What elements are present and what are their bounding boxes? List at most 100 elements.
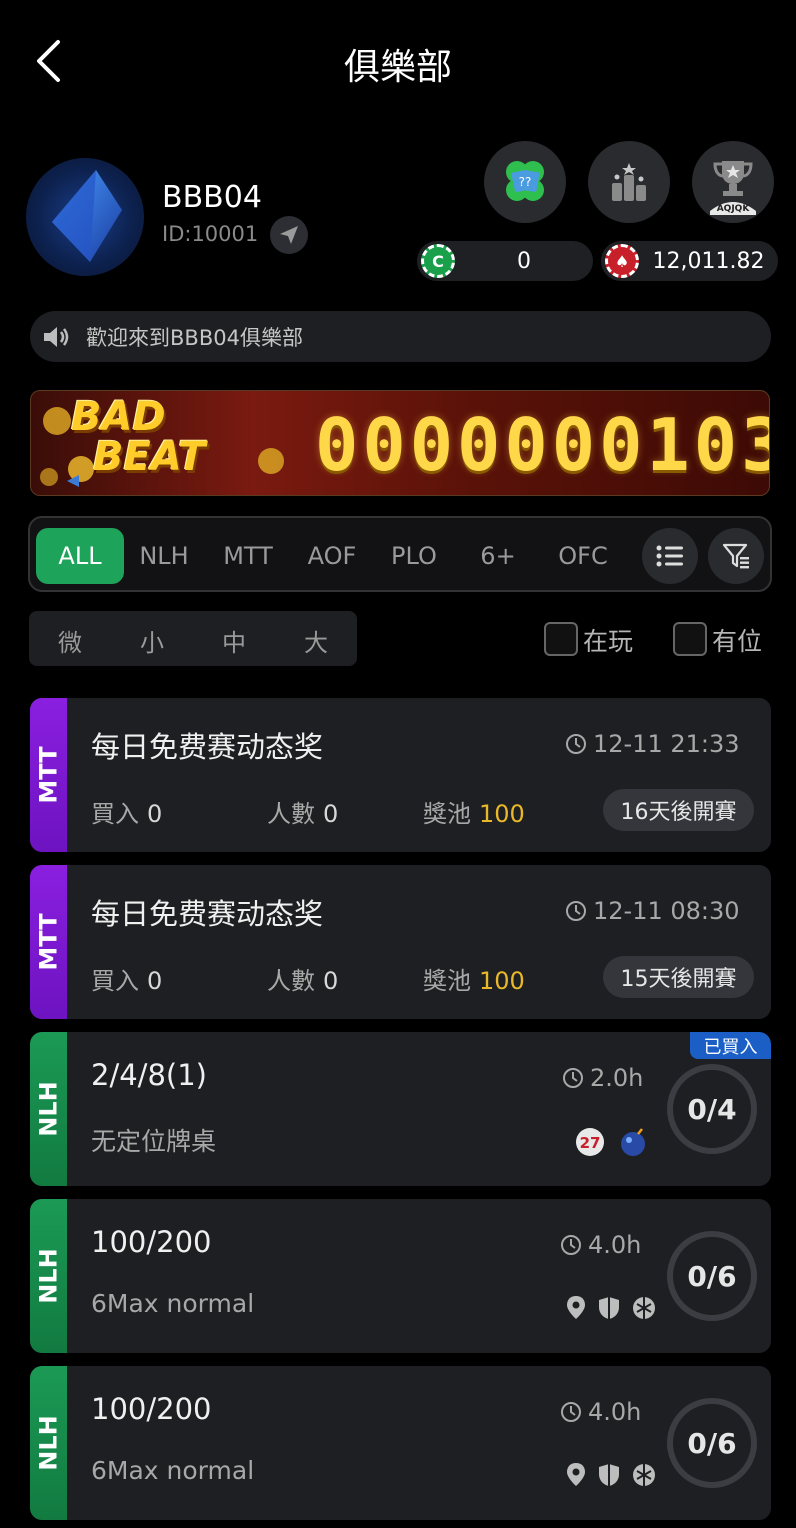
ranking-button[interactable] <box>588 141 670 223</box>
jackpot-amount: 0000000103 <box>315 403 770 487</box>
svg-text:27: 27 <box>580 1134 601 1152</box>
table-feature-icons: 27 <box>574 1126 650 1158</box>
bad-beat-jackpot-banner[interactable]: BAD BEAT 0000000103 <box>30 390 770 496</box>
buyin-info: 買入 0 <box>91 967 163 995</box>
prize-info: 獎池 100 <box>423 800 525 828</box>
club-coin-value: 0 <box>517 248 531 274</box>
announcement-bar[interactable]: 歡迎來到BBB04俱樂部 <box>30 311 771 362</box>
game-card[interactable]: NLH 100/200 4.0h 6Max normal 0/6 <box>30 1366 771 1520</box>
tab-all[interactable]: ALL <box>36 528 124 584</box>
speaker-icon <box>44 326 69 347</box>
location-icon <box>567 1296 585 1319</box>
players-info: 人數 0 <box>267 967 339 995</box>
start-time: 12-11 08:30 <box>565 897 740 925</box>
stake-small[interactable]: 小 <box>127 623 177 658</box>
27-card-icon: 27 <box>576 1128 604 1156</box>
bomb-icon <box>621 1128 645 1156</box>
start-countdown-badge: 16天後開賽 <box>603 789 754 831</box>
chip-balance: ♠ 12,011.82 <box>601 241 778 281</box>
shield-icon <box>599 1297 619 1319</box>
tab-6plus[interactable]: 6+ <box>472 528 524 584</box>
tab-aof[interactable]: AOF <box>298 528 366 584</box>
club-id: ID:10001 <box>162 222 259 246</box>
podium-icon <box>612 163 646 201</box>
shield-icon <box>599 1464 619 1486</box>
stake-micro[interactable]: 微 <box>45 623 95 658</box>
bad-beat-line2: BEAT <box>93 434 206 480</box>
table-feature-icons <box>566 1295 656 1321</box>
filter-button[interactable] <box>708 528 764 584</box>
bad-beat-line1: BAD <box>71 394 166 440</box>
stake-medium[interactable]: 中 <box>209 623 259 658</box>
share-button[interactable] <box>270 216 308 254</box>
club-name: BBB04 <box>162 180 262 215</box>
game-type-label: NLH <box>30 1199 67 1353</box>
trophy-icon: AQJQK <box>710 161 756 215</box>
lucky-clover-button[interactable]: ?? <box>484 141 566 223</box>
has-seat-label: 有位 <box>712 627 763 656</box>
list-icon <box>656 545 683 567</box>
has-seat-checkbox[interactable] <box>673 622 707 656</box>
list-view-button[interactable] <box>642 528 698 584</box>
game-type-label: MTT <box>30 865 67 1019</box>
game-title: 每日免费赛动态奖 <box>91 730 324 764</box>
game-title: 100/200 <box>91 1225 212 1259</box>
stake-large[interactable]: 大 <box>291 623 341 658</box>
buyin-info: 買入 0 <box>91 800 163 828</box>
game-title: 每日免费赛动态奖 <box>91 897 324 931</box>
table-description: 6Max normal <box>91 1456 255 1485</box>
filter-icon <box>722 543 749 569</box>
clock-icon <box>561 1402 581 1422</box>
duration: 2.0h <box>562 1064 643 1092</box>
clock-icon <box>563 1068 583 1088</box>
table-description: 无定位牌桌 <box>91 1127 217 1156</box>
clock-icon <box>566 901 586 921</box>
players-info: 人數 0 <box>267 800 339 828</box>
playing-checkbox[interactable] <box>544 622 578 656</box>
start-countdown-badge: 15天後開賽 <box>603 956 754 998</box>
announcement-text: 歡迎來到BBB04俱樂部 <box>86 325 303 350</box>
chip-balance-value: 12,011.82 <box>652 248 765 274</box>
playing-label: 在玩 <box>583 627 634 656</box>
bad-beat-logo: BAD BEAT <box>71 397 205 477</box>
network-icon <box>633 1297 655 1319</box>
game-type-label: MTT <box>30 698 67 852</box>
stake-level-selector: 微 小 中 大 <box>29 611 357 666</box>
game-title: 2/4/8(1) <box>91 1058 207 1092</box>
jackpot-trophy-button[interactable]: AQJQK <box>692 141 774 223</box>
game-type-tabs: ALL NLH MTT AOF PLO 6+ OFC <box>28 516 772 592</box>
game-type-label: NLH <box>30 1032 67 1186</box>
seat-count: 0/4 <box>667 1064 757 1154</box>
bought-in-badge: 已買入 <box>690 1032 771 1059</box>
clock-icon <box>566 734 586 754</box>
tab-ofc[interactable]: OFC <box>548 528 618 584</box>
tab-plo[interactable]: PLO <box>382 528 446 584</box>
table-feature-icons <box>566 1462 656 1488</box>
seat-count: 0/6 <box>667 1398 757 1488</box>
clover-card-icon: ?? <box>506 161 544 201</box>
tab-nlh[interactable]: NLH <box>130 528 198 584</box>
game-card[interactable]: NLH 100/200 4.0h 6Max normal 0/6 <box>30 1199 771 1353</box>
duration: 4.0h <box>560 1231 641 1259</box>
game-title: 100/200 <box>91 1392 212 1426</box>
game-card[interactable]: MTT 每日免费赛动态奖 12-11 21:33 買入 0 人數 0 獎池 100 1… <box>30 698 771 852</box>
game-type-label: NLH <box>30 1366 67 1520</box>
club-coin-icon: C <box>421 244 455 278</box>
diamond-logo-icon <box>52 170 122 262</box>
tab-mtt[interactable]: MTT <box>212 528 284 584</box>
game-card[interactable]: MTT 每日免费赛动态奖 12-11 08:30 買入 0 人數 0 獎池 100 1… <box>30 865 771 1019</box>
prize-info: 獎池 100 <box>423 967 525 995</box>
club-coin-balance: C 0 <box>417 241 593 281</box>
page-title: 俱樂部 <box>343 47 452 88</box>
svg-text:AQJQK: AQJQK <box>717 204 751 214</box>
start-time: 12-11 21:33 <box>565 730 740 758</box>
clock-icon <box>561 1235 581 1255</box>
table-description: 6Max normal <box>91 1289 255 1318</box>
duration: 4.0h <box>560 1398 641 1426</box>
location-icon <box>567 1463 585 1486</box>
club-avatar[interactable] <box>26 158 144 276</box>
game-card[interactable]: NLH 2/4/8(1) 2.0h 无定位牌桌 27 0/4 已買入 <box>30 1032 771 1186</box>
network-icon <box>633 1464 655 1486</box>
svg-text:??: ?? <box>519 175 532 189</box>
seat-count: 0/6 <box>667 1231 757 1321</box>
